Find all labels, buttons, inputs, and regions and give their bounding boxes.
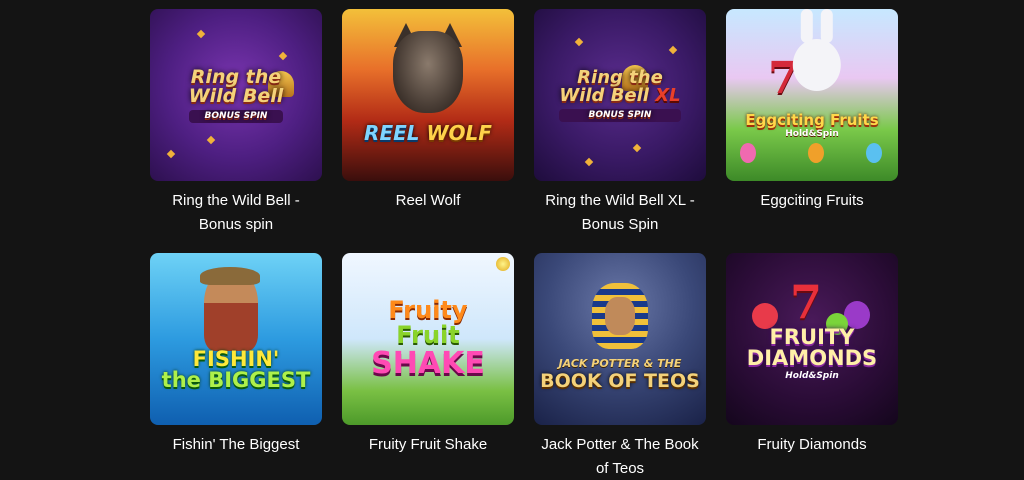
game-logo: JACK POTTER & THE BOOK OF TEOS: [534, 358, 706, 391]
logo-xl: XL: [655, 84, 681, 106]
bunny-icon: [792, 9, 841, 91]
logo-line: Eggciting Fruits: [745, 111, 879, 129]
game-title[interactable]: Reel Wolf: [342, 189, 514, 213]
logo-subtitle: BONUS SPIN: [188, 109, 284, 123]
logo-subtitle: BONUS SPIN: [559, 108, 681, 122]
game-card-fruity-diamonds[interactable]: 7 FRUITY DIAMONDS Hold&Spin Fruity Diamo…: [726, 253, 898, 480]
game-title[interactable]: Jack Potter & The Book of Teos: [534, 433, 706, 480]
logo-subtitle: Hold&Spin: [785, 371, 839, 381]
game-title[interactable]: Ring the Wild Bell XL - Bonus Spin: [534, 189, 706, 237]
game-title[interactable]: Ring the Wild Bell - Bonus spin: [150, 189, 322, 237]
game-logo: Ring the Wild Bell BONUS SPIN: [188, 67, 284, 123]
game-card-fruity-fruit-shake[interactable]: Fruity Fruit SHAKE Fruity Fruit Shake: [342, 253, 514, 480]
logo-line: Fruit: [396, 321, 460, 350]
game-thumbnail[interactable]: Ring the Wild Bell XL BONUS SPIN: [534, 9, 706, 181]
wolf-icon: [393, 31, 463, 113]
badge-icon: [496, 257, 510, 271]
game-logo: Ring the Wild Bell XL BONUS SPIN: [559, 68, 681, 122]
game-title[interactable]: Eggciting Fruits: [726, 189, 898, 213]
hat-icon: [200, 267, 260, 285]
game-logo: FRUITY DIAMONDS Hold&Spin: [726, 327, 898, 381]
game-thumbnail[interactable]: JACK POTTER & THE BOOK OF TEOS: [534, 253, 706, 425]
sparkle-icon: [196, 29, 206, 39]
sparkle-icon: [632, 143, 642, 153]
game-thumbnail[interactable]: REEL WOLF: [342, 9, 514, 181]
game-card-reel-wolf[interactable]: REEL WOLF Reel Wolf: [342, 9, 514, 253]
game-thumbnail[interactable]: 7 FRUITY DIAMONDS Hold&Spin: [726, 253, 898, 425]
game-logo: Fruity Fruit SHAKE: [371, 296, 485, 382]
game-thumbnail[interactable]: Fruity Fruit SHAKE: [342, 253, 514, 425]
face-icon: [605, 297, 635, 335]
game-thumbnail[interactable]: 7 Eggciting Fruits Hold&Spin: [726, 9, 898, 181]
sparkle-icon: [278, 51, 288, 61]
game-logo: FISHIN' the BIGGEST: [150, 349, 322, 391]
logo-line: WOLF: [426, 121, 492, 145]
sparkle-icon: [166, 149, 176, 159]
game-title[interactable]: Fruity Fruit Shake: [342, 433, 514, 457]
sparkle-icon: [206, 135, 216, 145]
logo-line: Wild Bell: [559, 84, 649, 106]
game-card-fishin-the-biggest[interactable]: FISHIN' the BIGGEST Fishin' The Biggest: [150, 253, 322, 480]
game-card-eggciting-fruits[interactable]: 7 Eggciting Fruits Hold&Spin Eggciting F…: [726, 9, 898, 253]
logo-line: REEL: [364, 121, 420, 145]
seven-icon: 7: [790, 275, 823, 329]
logo-line: DIAMONDS: [746, 346, 878, 370]
logo-subtitle: Hold&Spin: [785, 129, 839, 139]
logo-line: Fruity: [388, 296, 468, 325]
game-card-jack-potter-book-of-teos[interactable]: JACK POTTER & THE BOOK OF TEOS Jack Pott…: [534, 253, 706, 480]
game-title[interactable]: Fruity Diamonds: [726, 433, 898, 457]
egg-icon: [740, 143, 756, 163]
game-thumbnail[interactable]: Ring the Wild Bell BONUS SPIN: [150, 9, 322, 181]
egg-icon: [808, 143, 824, 163]
game-thumbnail[interactable]: FISHIN' the BIGGEST: [150, 253, 322, 425]
game-title[interactable]: Fishin' The Biggest: [150, 433, 322, 457]
logo-line: BOOK OF TEOS: [540, 370, 700, 392]
logo-line: JACK POTTER & THE: [558, 357, 682, 370]
logo-line: SHAKE: [371, 346, 485, 382]
logo-line: the BIGGEST: [161, 368, 311, 392]
sparkle-icon: [584, 157, 594, 167]
game-logo: REEL WOLF: [342, 123, 514, 143]
game-grid: Ring the Wild Bell BONUS SPIN Ring the W…: [150, 9, 898, 480]
game-card-ring-the-wild-bell-xl[interactable]: Ring the Wild Bell XL BONUS SPIN Ring th…: [534, 9, 706, 253]
sparkle-icon: [668, 45, 678, 55]
egg-icon: [866, 143, 882, 163]
game-card-ring-the-wild-bell[interactable]: Ring the Wild Bell BONUS SPIN Ring the W…: [150, 9, 322, 253]
logo-line: Wild Bell: [188, 84, 284, 107]
sparkle-icon: [574, 37, 584, 47]
game-logo: Eggciting Fruits Hold&Spin: [726, 113, 898, 139]
